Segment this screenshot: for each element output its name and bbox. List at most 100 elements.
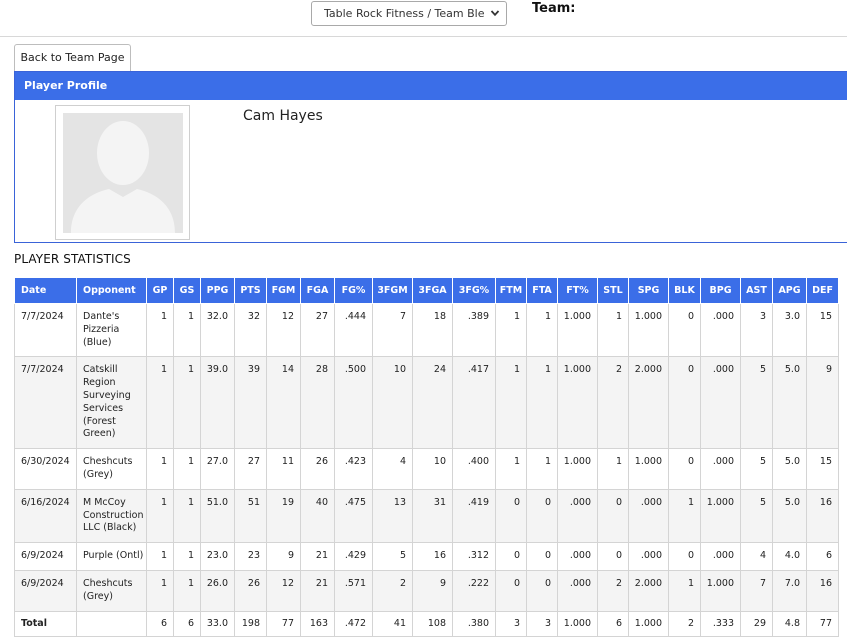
cell-3fga: 10 xyxy=(412,448,453,490)
cell-ast: 5 xyxy=(740,356,773,450)
cell-def: 15 xyxy=(806,448,839,490)
total-apg: 4.8 xyxy=(772,610,807,638)
total-ast: 29 xyxy=(740,610,773,638)
col-3fgm[interactable]: 3FGM xyxy=(372,277,413,304)
total-label: Total xyxy=(14,610,77,638)
cell-pts: 51 xyxy=(234,488,267,544)
cell-apg: 5.0 xyxy=(772,448,807,490)
table-row: 6/30/2024 Cheshcuts (Grey) 1 1 27.0 27 1… xyxy=(14,448,839,490)
cell-fga: 21 xyxy=(300,542,335,571)
cell-gp: 1 xyxy=(146,356,174,450)
cell-gs: 1 xyxy=(173,356,201,450)
total-ft-pct: 1.000 xyxy=(557,610,598,638)
top-bar: Table Rock Fitness / Team Blend Team: xyxy=(0,0,847,37)
col-ft-pct[interactable]: FT% xyxy=(557,277,598,304)
cell-blk: 0 xyxy=(668,448,701,490)
cell-spg: .000 xyxy=(628,542,669,571)
cell-spg: 1.000 xyxy=(628,302,669,358)
col-3fga[interactable]: 3FGA xyxy=(412,277,453,304)
col-3fg-pct[interactable]: 3FG% xyxy=(452,277,496,304)
cell-date: 6/16/2024 xyxy=(14,488,77,544)
team-label: Team: xyxy=(532,1,576,16)
cell-fta: 0 xyxy=(526,488,558,544)
avatar-placeholder-icon xyxy=(63,113,183,233)
col-spg[interactable]: SPG xyxy=(628,277,669,304)
cell-fg-pct: .429 xyxy=(334,542,373,571)
cell-3fgm: 5 xyxy=(372,542,413,571)
cell-ft-pct: .000 xyxy=(557,488,598,544)
col-date[interactable]: Date xyxy=(14,277,77,304)
cell-apg: 3.0 xyxy=(772,302,807,358)
total-opponent xyxy=(76,610,147,638)
cell-stl: 1 xyxy=(597,302,629,358)
player-statistics-title: PLAYER STATISTICS xyxy=(14,252,131,266)
cell-gp: 1 xyxy=(146,302,174,358)
cell-fta: 1 xyxy=(526,302,558,358)
cell-stl: 0 xyxy=(597,488,629,544)
col-fg-pct[interactable]: FG% xyxy=(334,277,373,304)
table-row: 6/9/2024 Purple (Ontl) 1 1 23.0 23 9 21 … xyxy=(14,542,839,571)
col-gp[interactable]: GP xyxy=(146,277,174,304)
cell-fg-pct: .571 xyxy=(334,569,373,612)
cell-ppg: 26.0 xyxy=(200,569,235,612)
col-stl[interactable]: STL xyxy=(597,277,629,304)
player-name: Cam Hayes xyxy=(243,108,323,124)
col-pts[interactable]: PTS xyxy=(234,277,267,304)
cell-3fgm: 7 xyxy=(372,302,413,358)
col-ppg[interactable]: PPG xyxy=(200,277,235,304)
cell-ft-pct: 1.000 xyxy=(557,356,598,450)
col-ftm[interactable]: FTM xyxy=(495,277,527,304)
cell-date: 6/9/2024 xyxy=(14,542,77,571)
cell-gp: 1 xyxy=(146,542,174,571)
cell-def: 15 xyxy=(806,302,839,358)
total-3fgm: 41 xyxy=(372,610,413,638)
col-def[interactable]: DEF xyxy=(806,277,839,304)
col-gs[interactable]: GS xyxy=(173,277,201,304)
stats-header-row: Date Opponent GP GS PPG PTS FGM FGA FG% … xyxy=(14,277,839,304)
cell-3fgm: 4 xyxy=(372,448,413,490)
cell-ppg: 32.0 xyxy=(200,302,235,358)
cell-def: 6 xyxy=(806,542,839,571)
cell-def: 16 xyxy=(806,569,839,612)
cell-3fga: 16 xyxy=(412,542,453,571)
cell-fga: 28 xyxy=(300,356,335,450)
col-fga[interactable]: FGA xyxy=(300,277,335,304)
col-opponent[interactable]: Opponent xyxy=(76,277,147,304)
col-ast[interactable]: AST xyxy=(740,277,773,304)
cell-ppg: 39.0 xyxy=(200,356,235,450)
cell-3fg-pct: .417 xyxy=(452,356,496,450)
cell-3fgm: 13 xyxy=(372,488,413,544)
back-to-team-button[interactable]: Back to Team Page xyxy=(14,44,131,71)
cell-spg: 1.000 xyxy=(628,448,669,490)
team-select-value: Table Rock Fitness / Team Blend xyxy=(324,7,484,20)
col-blk[interactable]: BLK xyxy=(668,277,701,304)
cell-gs: 1 xyxy=(173,542,201,571)
col-apg[interactable]: APG xyxy=(772,277,807,304)
cell-blk: 0 xyxy=(668,356,701,450)
cell-ftm: 0 xyxy=(495,542,527,571)
total-ppg: 33.0 xyxy=(200,610,235,638)
cell-ft-pct: .000 xyxy=(557,569,598,612)
team-select[interactable]: Table Rock Fitness / Team Blend xyxy=(311,1,507,26)
cell-ftm: 1 xyxy=(495,448,527,490)
cell-fg-pct: .475 xyxy=(334,488,373,544)
cell-blk: 1 xyxy=(668,488,701,544)
total-gs: 6 xyxy=(173,610,201,638)
total-fg-pct: .472 xyxy=(334,610,373,638)
avatar xyxy=(55,105,190,240)
cell-opponent: Dante's Pizzeria (Blue) xyxy=(76,302,147,358)
cell-fg-pct: .500 xyxy=(334,356,373,450)
cell-ppg: 23.0 xyxy=(200,542,235,571)
col-fgm[interactable]: FGM xyxy=(266,277,301,304)
chevron-down-icon xyxy=(490,10,500,17)
cell-stl: 0 xyxy=(597,542,629,571)
total-spg: 1.000 xyxy=(628,610,669,638)
col-bpg[interactable]: BPG xyxy=(700,277,741,304)
col-fta[interactable]: FTA xyxy=(526,277,558,304)
cell-pts: 23 xyxy=(234,542,267,571)
cell-apg: 5.0 xyxy=(772,488,807,544)
cell-bpg: .000 xyxy=(700,448,741,490)
cell-3fga: 18 xyxy=(412,302,453,358)
cell-ft-pct: 1.000 xyxy=(557,448,598,490)
cell-ftm: 0 xyxy=(495,569,527,612)
